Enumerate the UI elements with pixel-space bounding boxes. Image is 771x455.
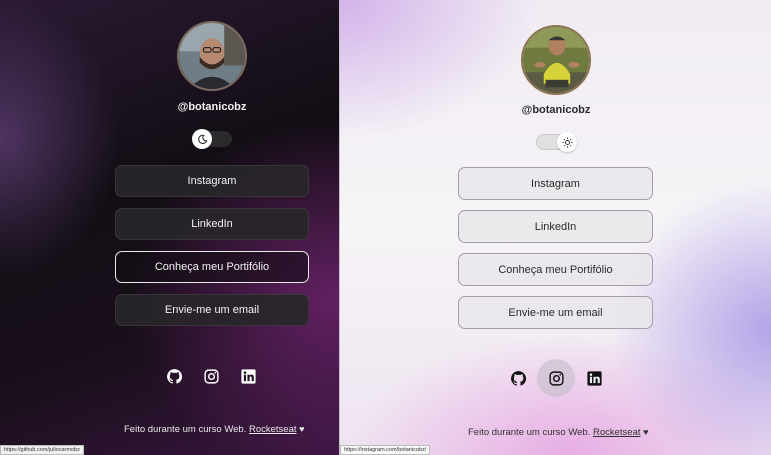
footer-text: Feito durante um curso Web.: [468, 427, 591, 438]
footer-text: Feito durante um curso Web.: [124, 424, 247, 435]
linkedin-icon[interactable]: [230, 358, 266, 394]
heart-icon: ♥: [643, 427, 649, 437]
instagram-icon[interactable]: [537, 359, 575, 397]
moon-icon: [192, 129, 212, 149]
profile-avatar: [521, 25, 591, 95]
github-icon[interactable]: [156, 358, 192, 394]
github-icon[interactable]: [500, 360, 536, 396]
rocketseat-link[interactable]: Rocketseat: [593, 427, 641, 438]
theme-toggle[interactable]: [536, 132, 577, 152]
rocketseat-link[interactable]: Rocketseat: [249, 424, 297, 435]
social-links: [156, 358, 266, 394]
profile-handle: @botanicobz: [521, 104, 591, 116]
portfolio-button[interactable]: Conheça meu Portifólio: [115, 251, 309, 283]
profile-avatar: [177, 21, 247, 91]
sun-icon: [557, 132, 577, 152]
footer: Feito durante um curso Web. Rocketseat ♥: [124, 424, 304, 435]
instagram-button[interactable]: Instagram: [458, 167, 653, 200]
instagram-icon[interactable]: [193, 358, 229, 394]
linkedin-button[interactable]: LinkedIn: [458, 210, 653, 243]
portfolio-button[interactable]: Conheça meu Portifólio: [458, 253, 653, 286]
footer: Feito durante um curso Web. Rocketseat ♥: [468, 427, 648, 438]
social-links: [500, 359, 612, 397]
email-button[interactable]: Envie-me um email: [458, 296, 653, 329]
profile-handle: @botanicobz: [177, 101, 247, 113]
linkedin-icon[interactable]: [576, 360, 612, 396]
linkedin-button[interactable]: LinkedIn: [115, 208, 309, 240]
status-bar-url: https://github.com/juliocarmobz: [0, 445, 84, 455]
light-theme-panel: @botanicobz Instagram LinkedIn Conheça m…: [340, 0, 771, 455]
status-bar-url: https://instagram.com/botanicobz/: [340, 445, 431, 455]
email-button[interactable]: Envie-me um email: [115, 294, 309, 326]
heart-icon: ♥: [299, 424, 305, 434]
theme-toggle[interactable]: [192, 129, 232, 149]
instagram-button[interactable]: Instagram: [115, 165, 309, 197]
dark-theme-panel: @botanicobz Instagram LinkedIn Conheça m…: [0, 0, 340, 455]
